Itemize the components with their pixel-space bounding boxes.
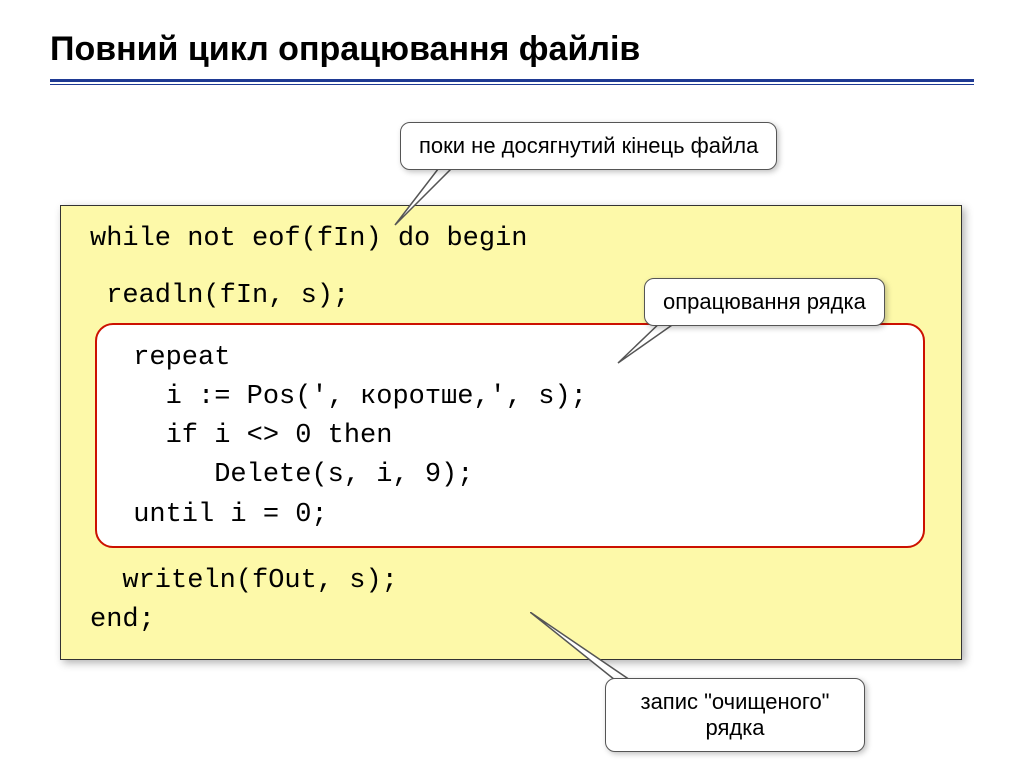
code-line-end: end;	[90, 601, 398, 640]
inner-code-box: repeat i := Pos(', коротше,', s); if i <…	[95, 323, 925, 548]
code-top-block: while not eof(fIn) do begin readln(fIn, …	[90, 220, 527, 316]
code-line-readln: readln(fIn, s);	[90, 277, 527, 316]
code-spacer	[90, 259, 527, 277]
code-line-repeat: repeat	[117, 339, 903, 378]
callout-eof-tail	[390, 160, 470, 230]
code-line-writeln: writeln(fOut, s);	[90, 562, 398, 601]
code-line-until: until i = 0;	[117, 496, 903, 535]
callout-processing: опрацювання рядка	[644, 278, 885, 326]
title-underline-thin	[50, 84, 974, 85]
slide-header: Повний цикл опрацювання файлів	[0, 0, 1024, 95]
slide-title: Повний цикл опрацювання файлів	[50, 30, 974, 75]
callout-eof: поки не досягнутий кінець файла	[400, 122, 777, 170]
callout-write-tail	[530, 612, 640, 687]
code-line-pos: i := Pos(', коротше,', s);	[117, 378, 903, 417]
title-underline-thick	[50, 79, 974, 82]
code-bottom-block: writeln(fOut, s); end;	[90, 562, 398, 640]
callout-write: запис "очищеного" рядка	[605, 678, 865, 752]
code-line-delete: Delete(s, i, 9);	[117, 456, 903, 495]
code-line-if: if i <> 0 then	[117, 417, 903, 456]
